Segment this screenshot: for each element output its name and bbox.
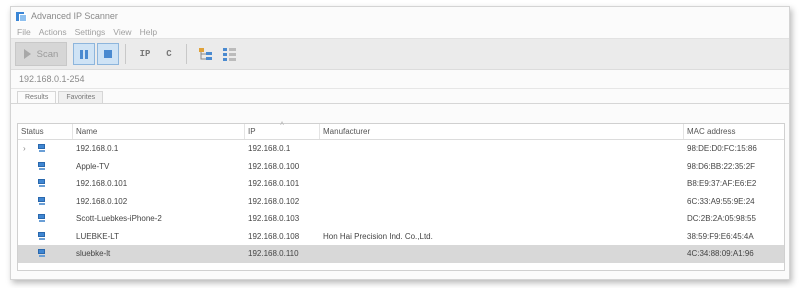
computer-status-icon (38, 196, 46, 206)
expand-all-icon (199, 47, 212, 60)
scan-label: Scan (36, 48, 59, 60)
cell-name: sluebke-lt (76, 249, 111, 259)
table-row[interactable]: Apple-TV 192.168.0.100 98:D6:BB:22:35:2F (18, 158, 784, 176)
tab-bar: Results Favorites (11, 89, 789, 104)
cell-manufacturer (320, 210, 684, 228)
tab-favorites[interactable]: Favorites (58, 91, 104, 103)
cell-manufacturer (320, 158, 684, 176)
cell-manufacturer (320, 140, 684, 158)
cell-ip: 192.168.0.110 (248, 249, 299, 259)
menu-view[interactable]: View (113, 27, 131, 37)
column-header-manufacturer[interactable]: Manufacturer (320, 124, 684, 139)
cell-mac: 4C:34:88:09:A1:96 (687, 249, 754, 259)
computer-status-icon (38, 249, 46, 258)
menu-actions[interactable]: Actions (39, 27, 67, 37)
cell-name: Scott-Luebkes-iPhone-2 (76, 214, 162, 224)
play-icon (23, 49, 31, 59)
cell-name: LUEBKE-LT (76, 231, 119, 241)
cell-manufacturer: Hon Hai Precision Ind. Co.,Ltd. (323, 231, 433, 241)
cell-name: 192.168.0.102 (76, 196, 128, 206)
table-row[interactable]: sluebke-lt 192.168.0.110 4C:34:88:09:A1:96 (18, 245, 784, 263)
cell-ip: 192.168.0.108 (248, 231, 300, 241)
cell-mac: DC:2B:2A:05:98:55 (687, 214, 756, 224)
collapse-all-button[interactable] (219, 43, 241, 65)
c-button[interactable]: C (158, 43, 180, 65)
cell-ip: 192.168.0.103 (248, 214, 300, 224)
table-row[interactable]: LUEBKE-LT 192.168.0.108 Hon Hai Precision … (18, 228, 784, 246)
menu-help[interactable]: Help (140, 27, 157, 37)
cell-ip: 192.168.0.1 (248, 144, 291, 154)
app-icon (16, 11, 27, 22)
table-row[interactable]: 192.168.0.101 192.168.0.101 B8:E9:37:AF:E6… (18, 175, 784, 193)
cell-manufacturer (320, 175, 684, 193)
table-body: › 192.168.0.1 192.168.0.1 98:DE:D0:FC:15:86… (18, 140, 784, 263)
table-header: Status Name IP ˄ Manufacturer MAC addres… (18, 121, 784, 140)
menu-bar: File Actions Settings View Help (11, 25, 789, 38)
cell-mac: 98:DE:D0:FC:15:86 (687, 144, 757, 154)
stop-icon (104, 50, 112, 58)
column-header-mac[interactable]: MAC address (684, 124, 784, 139)
ip-button[interactable]: IP (134, 43, 156, 65)
computer-status-icon (38, 179, 46, 188)
toolbar-separator (186, 44, 187, 64)
cell-mac: 38:59:F9:E6:45:4A (687, 231, 754, 241)
column-header-name[interactable]: Name (73, 124, 245, 139)
scan-button[interactable]: Scan (15, 42, 67, 66)
tab-results[interactable]: Results (17, 91, 57, 103)
cell-name: 192.168.0.1 (76, 144, 119, 154)
cell-mac: B8:E9:37:AF:E6:E2 (687, 179, 757, 189)
column-header-status[interactable]: Status (18, 124, 73, 139)
cell-mac: 6C:33:A9:55:9E:24 (687, 196, 755, 206)
ip-range-value: 192.168.0.1-254 (19, 74, 85, 84)
cell-name: 192.168.0.101 (76, 179, 128, 189)
window-title: Advanced IP Scanner (31, 11, 118, 21)
sort-ascending-icon: ˄ (280, 121, 285, 128)
stop-button[interactable] (97, 43, 119, 65)
table-row[interactable]: › 192.168.0.1 192.168.0.1 98:DE:D0:FC:15:86 (18, 140, 784, 158)
toolbar: Scan IP C (11, 38, 789, 70)
cell-ip: 192.168.0.100 (248, 161, 300, 171)
menu-file[interactable]: File (17, 27, 31, 37)
table-row[interactable]: Scott-Luebkes-iPhone-2 192.168.0.103 DC:2B… (18, 210, 784, 228)
computer-status-icon (38, 214, 46, 223)
expand-chevron-icon[interactable]: › (23, 144, 26, 153)
cell-mac: 98:D6:BB:22:35:2F (687, 161, 756, 171)
cell-ip: 192.168.0.102 (248, 196, 300, 206)
c-icon: C (166, 49, 172, 59)
table-row[interactable]: 192.168.0.102 192.168.0.102 6C:33:A9:55:9E… (18, 193, 784, 211)
toolbar-separator (125, 44, 126, 64)
cell-ip: 192.168.0.101 (248, 179, 300, 189)
computer-status-icon (38, 144, 46, 153)
pause-button[interactable] (73, 43, 95, 65)
app-window: Advanced IP Scanner File Actions Setting… (10, 6, 790, 280)
ip-range-input[interactable]: 192.168.0.1-254 (11, 70, 789, 89)
cell-name: Apple-TV (76, 161, 110, 171)
title-bar: Advanced IP Scanner (11, 7, 789, 25)
pause-icon (80, 49, 88, 59)
cell-manufacturer (320, 193, 684, 211)
expand-all-button[interactable] (195, 43, 217, 65)
results-table: Status Name IP ˄ Manufacturer MAC addres… (17, 121, 785, 271)
computer-status-icon (38, 161, 46, 171)
menu-settings[interactable]: Settings (75, 27, 106, 37)
cell-manufacturer (320, 245, 684, 263)
collapse-all-icon (223, 47, 236, 61)
ip-icon: IP (139, 49, 151, 59)
computer-status-icon (38, 231, 46, 241)
